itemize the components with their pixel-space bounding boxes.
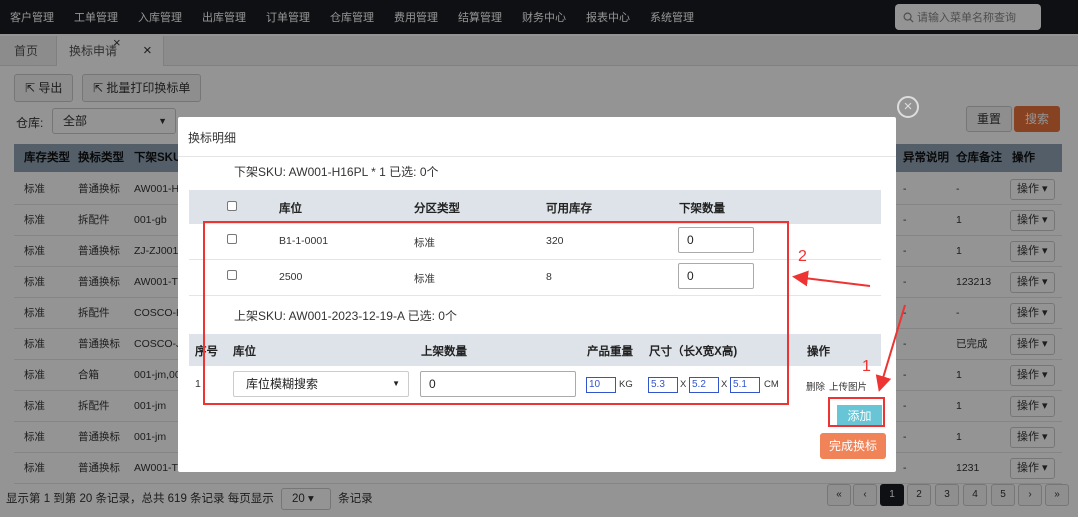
annotation-arrows	[792, 270, 906, 392]
arrow-1	[875, 304, 906, 392]
arrow-2	[792, 270, 871, 287]
